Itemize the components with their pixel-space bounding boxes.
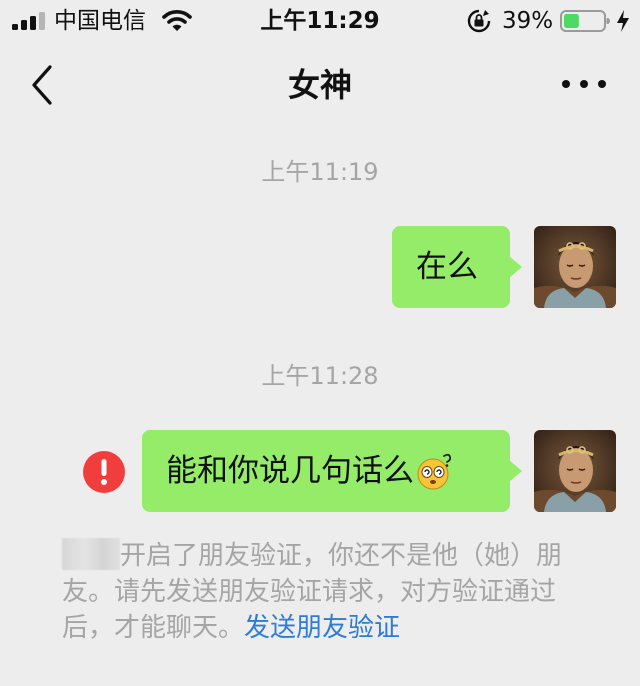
message-bubble[interactable]: 在么 (392, 226, 522, 308)
avatar-image (534, 226, 616, 308)
message-text: 能和你说几句话么 (166, 453, 414, 489)
status-bar: 中国电信 上午11:29 39% (0, 0, 640, 44)
battery-icon (560, 10, 610, 32)
avatar[interactable] (534, 430, 616, 512)
send-verification-link[interactable]: 发送朋友验证 (244, 613, 400, 643)
message-text: 在么 (416, 249, 478, 285)
more-button[interactable] (556, 66, 612, 102)
more-dots-icon (562, 80, 606, 88)
message-timestamp: 上午11:19 (261, 158, 379, 186)
blurred-contact-name (62, 538, 120, 570)
dizzy-face-emoji (417, 453, 452, 490)
avatar-image (534, 430, 616, 512)
chat-title: 女神 (287, 66, 352, 104)
avatar[interactable] (534, 226, 616, 308)
battery-percent: 39% (502, 8, 554, 34)
charging-bolt-icon (617, 10, 629, 32)
error-exclamation-icon[interactable] (82, 450, 126, 494)
rotation-lock-icon (467, 9, 491, 33)
message-timestamp: 上午11:28 (261, 362, 379, 390)
message-bubble[interactable]: 能和你说几句话么 (142, 430, 522, 512)
friend-verification-notice: 开启了朋友验证，你还不是他（她）朋友。请先发送朋友验证请求，对方验证通过后，才能… (62, 538, 592, 646)
nav-bar: 女神 (0, 44, 640, 128)
